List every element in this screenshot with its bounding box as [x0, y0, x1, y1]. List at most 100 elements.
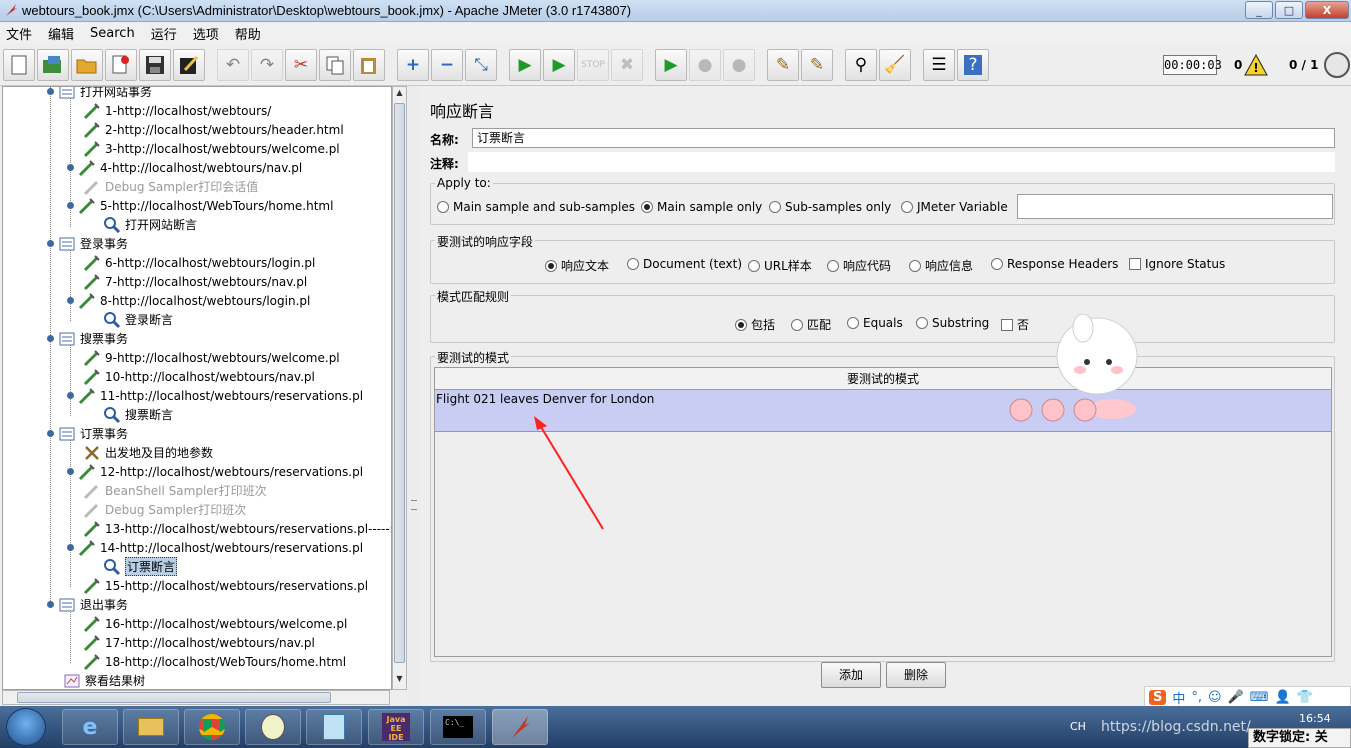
- tree-toggle-handle[interactable]: [67, 544, 74, 551]
- cut-icon[interactable]: ✂: [285, 49, 317, 81]
- collapse-icon[interactable]: −: [431, 49, 463, 81]
- help-icon[interactable]: ?: [957, 49, 989, 81]
- tree-toggle-handle[interactable]: [47, 335, 54, 342]
- tree-item-sampler-14[interactable]: 14-http://localhost/webtours/reservation…: [67, 538, 363, 557]
- remote-stop-icon[interactable]: ●: [689, 49, 721, 81]
- tree-toggle-handle[interactable]: [67, 468, 74, 475]
- menu-options[interactable]: 选项: [193, 24, 219, 43]
- punctuation-icon[interactable]: °,: [1191, 690, 1202, 705]
- radio-equals[interactable]: Equals: [847, 316, 903, 330]
- menu-edit[interactable]: 编辑: [48, 24, 74, 43]
- comment-field[interactable]: [468, 152, 1335, 172]
- tree-item-sampler-13[interactable]: 13-http://localhost/webtours/reservation…: [83, 519, 391, 538]
- tree-item-sampler-4[interactable]: 4-http://localhost/webtours/nav.pl: [67, 158, 302, 177]
- remote-start-icon[interactable]: ▶: [655, 49, 687, 81]
- tree-toggle-handle[interactable]: [67, 392, 74, 399]
- clear-icon[interactable]: ✎: [767, 49, 799, 81]
- tree-item-sampler-6[interactable]: 6-http://localhost/webtours/login.pl: [83, 253, 315, 272]
- jmeter-taskbar-icon[interactable]: [492, 709, 548, 745]
- new-icon[interactable]: [3, 49, 35, 81]
- scroll-up-icon[interactable]: ▲: [393, 88, 406, 102]
- tree-item-beanshell-sampler[interactable]: BeanShell Sampler打印班次: [83, 481, 267, 500]
- jmeter-variable-input[interactable]: [1017, 194, 1333, 219]
- tree-item-sampler-9[interactable]: 9-http://localhost/webtours/welcome.pl: [83, 348, 340, 367]
- start-button[interactable]: [6, 708, 46, 746]
- cmd-icon[interactable]: C:\_: [430, 709, 486, 745]
- tree-item-sampler-3[interactable]: 3-http://localhost/webtours/welcome.pl: [83, 139, 340, 158]
- tree-item-booking-transaction[interactable]: 订票事务: [47, 424, 128, 443]
- undo-icon[interactable]: ↶: [217, 49, 249, 81]
- tree-item-sampler-16[interactable]: 16-http://localhost/webtours/welcome.pl: [83, 614, 347, 633]
- emoji-icon[interactable]: ☺: [1208, 690, 1222, 705]
- templates-icon[interactable]: [37, 49, 69, 81]
- remote-shutdown-icon[interactable]: ●: [723, 49, 755, 81]
- delete-button[interactable]: 删除: [886, 662, 946, 688]
- minimize-button[interactable]: _: [1245, 1, 1273, 19]
- scroll-thumb[interactable]: [17, 692, 331, 703]
- radio-main-and-sub[interactable]: Main sample and sub-samples: [437, 200, 635, 214]
- radio-response-message[interactable]: 响应信息: [909, 257, 973, 274]
- tree-toggle-handle[interactable]: [47, 601, 54, 608]
- internet-explorer-icon[interactable]: e: [62, 709, 118, 745]
- tree-item-assertion-login[interactable]: 登录断言: [103, 310, 173, 329]
- tree-toggle-handle[interactable]: [47, 240, 54, 247]
- stop-icon[interactable]: STOP: [577, 49, 609, 81]
- tree-toggle-handle[interactable]: [47, 88, 54, 95]
- tree-item-assertion-open-site[interactable]: 打开网站断言: [103, 215, 197, 234]
- name-field[interactable]: 订票断言: [472, 128, 1335, 148]
- tree-item-sampler-2[interactable]: 2-http://localhost/webtours/header.html: [83, 120, 344, 139]
- redo-icon[interactable]: ↷: [251, 49, 283, 81]
- tree-toggle-handle[interactable]: [47, 430, 54, 437]
- tree-item-search-transaction[interactable]: 搜票事务: [47, 329, 128, 348]
- start-icon[interactable]: ▶: [509, 49, 541, 81]
- paste-icon[interactable]: [353, 49, 385, 81]
- save-icon[interactable]: [139, 49, 171, 81]
- tree-item-results-tree[interactable]: 察看结果树: [63, 671, 145, 689]
- tree-item-debug-sampler-flights[interactable]: Debug Sampler打印班次: [83, 500, 246, 519]
- close-file-icon[interactable]: [105, 49, 137, 81]
- tree-toggle-handle[interactable]: [67, 164, 74, 171]
- language-indicator[interactable]: CH: [1070, 720, 1086, 733]
- tree-item-sampler-5[interactable]: 5-http://localhost/WebTours/home.html: [67, 196, 333, 215]
- radio-matches[interactable]: 匹配: [791, 316, 831, 333]
- open-icon[interactable]: [71, 49, 103, 81]
- start-no-pause-icon[interactable]: ▶: [543, 49, 575, 81]
- tree-item-login-transaction[interactable]: 登录事务: [47, 234, 128, 253]
- tree-item-user-parameters[interactable]: 出发地及目的地参数: [83, 443, 213, 462]
- ime-toolbar[interactable]: S 中 °, ☺ 🎤 ⌨ 👤 👕: [1144, 686, 1351, 708]
- radio-response-code[interactable]: 响应代码: [827, 257, 891, 274]
- radio-substring[interactable]: Substring: [916, 316, 989, 330]
- menu-help[interactable]: 帮助: [235, 24, 261, 43]
- tree-item-debug-sampler-session[interactable]: Debug Sampler打印会话值: [83, 177, 258, 196]
- toggle-icon[interactable]: ⤡: [465, 49, 497, 81]
- skin-icon[interactable]: 👕: [1297, 690, 1313, 705]
- menu-search[interactable]: Search: [90, 26, 135, 41]
- tree-item-sampler-18[interactable]: 18-http://localhost/WebTours/home.html: [83, 652, 346, 671]
- keyboard-icon[interactable]: ⌨: [1250, 690, 1269, 705]
- radio-document-text[interactable]: Document (text): [627, 257, 742, 271]
- notepad-icon[interactable]: [306, 709, 362, 745]
- search-icon[interactable]: ⚲: [845, 49, 877, 81]
- save-screenshot-icon[interactable]: [173, 49, 205, 81]
- radio-contains[interactable]: 包括: [735, 316, 775, 333]
- radio-response-headers[interactable]: Response Headers: [991, 257, 1118, 271]
- user-icon[interactable]: 👤: [1275, 690, 1291, 705]
- file-explorer-icon[interactable]: [123, 709, 179, 745]
- reset-search-icon[interactable]: 🧹: [879, 49, 911, 81]
- radio-response-text[interactable]: 响应文本: [545, 257, 609, 274]
- tree-item-assertion-booking[interactable]: 订票断言: [103, 557, 178, 576]
- tree-toggle-handle[interactable]: [67, 297, 74, 304]
- menu-run[interactable]: 运行: [151, 24, 177, 43]
- test-plan-tree[interactable]: 打开网站事务 1-http://localhost/webtours/ 2-ht…: [2, 86, 392, 690]
- menu-file[interactable]: 文件: [6, 24, 32, 43]
- scroll-down-icon[interactable]: ▼: [393, 674, 406, 688]
- microphone-icon[interactable]: 🎤: [1228, 690, 1244, 705]
- splitter-grip[interactable]: [411, 500, 417, 510]
- tree-item-sampler-11[interactable]: 11-http://localhost/webtours/reservation…: [67, 386, 363, 405]
- scroll-thumb[interactable]: [394, 103, 405, 663]
- function-helper-icon[interactable]: ☰: [923, 49, 955, 81]
- tree-item-sampler-8[interactable]: 8-http://localhost/webtours/login.pl: [67, 291, 310, 310]
- sogou-icon[interactable]: S: [1149, 689, 1167, 705]
- add-button[interactable]: 添加: [821, 662, 881, 688]
- tree-item-sampler-17[interactable]: 17-http://localhost/webtours/nav.pl: [83, 633, 315, 652]
